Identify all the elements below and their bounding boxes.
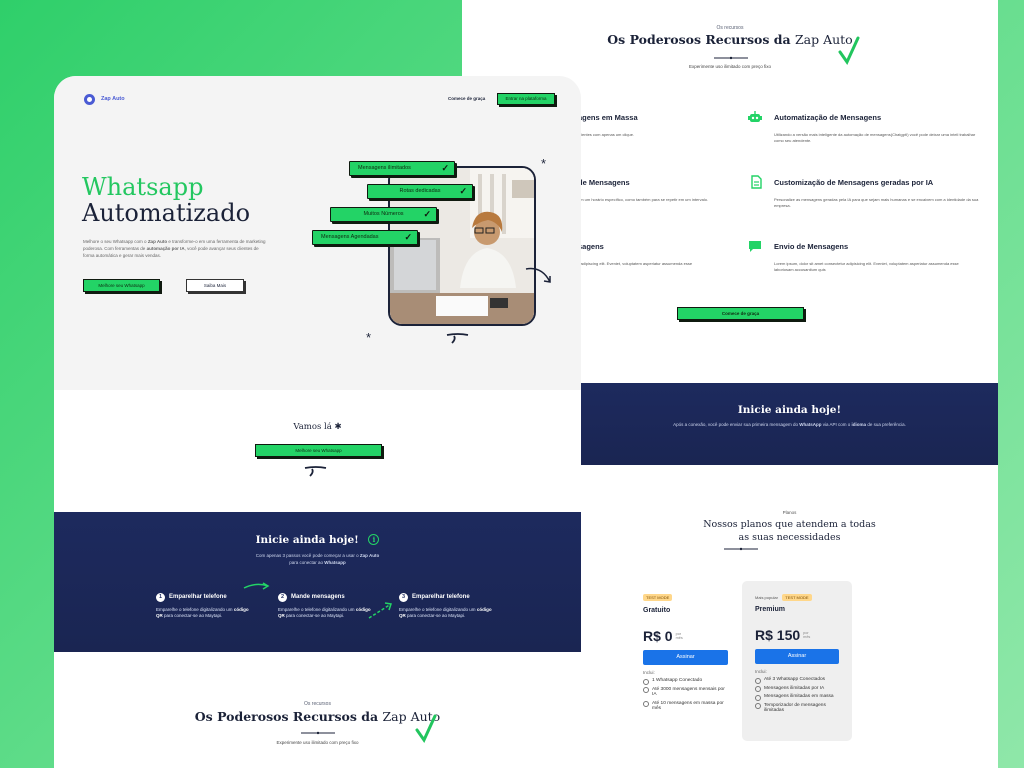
curved-arrow-icon bbox=[525, 267, 551, 283]
learn-more-button[interactable]: Saiba Mais bbox=[186, 279, 244, 292]
features-title: Os Poderosos Recursos da Zap Auto bbox=[194, 709, 441, 724]
features-header-bottom: Os recursos Os Poderosos Recursos da Zap… bbox=[54, 701, 581, 724]
step-2: 2 Mande mensagens Emparelhe o telefone di… bbox=[278, 593, 371, 618]
plan-feature: Até 10 mensagens em massa por mês bbox=[643, 701, 728, 712]
subscribe-button[interactable]: Assinar bbox=[643, 650, 728, 665]
plan-includes: Inclui: bbox=[643, 670, 655, 675]
plan-feature: Temporizador de mensagens ilimitadas bbox=[755, 703, 839, 714]
plan-period: por mês bbox=[675, 632, 683, 640]
steps-title: Inicie ainda hoje! i bbox=[54, 534, 581, 546]
check-icon: ✓ bbox=[423, 209, 431, 219]
plan-includes: Inclui: bbox=[755, 669, 767, 674]
hero-title-green: Whatsapp bbox=[82, 173, 204, 201]
login-button[interactable]: Entrar na plataforma bbox=[497, 93, 555, 105]
plans-eyebrow: Planos bbox=[782, 510, 797, 515]
tag-scheduled-messages: Mensagens Agendadas ✓ bbox=[312, 230, 418, 245]
plan-price: R$ 150 bbox=[755, 627, 801, 643]
nav-free-link[interactable]: Comece de graça bbox=[448, 96, 485, 101]
tag-unlimited-messages: Mensagens ilimitados ✓ bbox=[349, 161, 455, 176]
vamos-title: Vamos lá ✱ bbox=[293, 422, 342, 432]
plan-period: por mês bbox=[803, 631, 811, 639]
plans-header: Planos Nossos planos que atendem a todas… bbox=[581, 510, 998, 544]
check-mark-icon bbox=[838, 36, 860, 66]
plan-name: Gratuito bbox=[643, 607, 671, 614]
vamos-button[interactable]: Melhore seu Whatsapp bbox=[255, 444, 382, 457]
logo-icon bbox=[84, 94, 95, 105]
features-subtitle: Experimente uso ilimitado com preço fixo bbox=[688, 64, 772, 69]
check-icon: ✓ bbox=[441, 163, 449, 173]
tag-many-numbers: Muitos Números ✓ bbox=[330, 207, 437, 222]
hero-description: Melhore o seu Whatsapp com o Zap Auto e … bbox=[83, 239, 266, 258]
plan-feature: Mensagens ilimitadas em massa bbox=[755, 694, 839, 700]
step-1: 1 Emparelhar telefone Emparelhe o telefon… bbox=[156, 593, 249, 618]
improve-whatsapp-button[interactable]: Melhore seu Whatsapp bbox=[83, 279, 160, 292]
plan-feature: Até 3000 mensagens mensais por IA bbox=[643, 687, 728, 698]
plans-title-line1: Nossos planos que atendem a todas bbox=[703, 519, 876, 530]
start-today-band-left: Inicie ainda hoje! i Com apenas 3 passos… bbox=[54, 512, 581, 652]
features-cta-button[interactable]: Comece de graça bbox=[677, 307, 804, 320]
popular-label: Mais popular bbox=[755, 595, 778, 600]
scribble-icon bbox=[446, 333, 469, 344]
start-today-band-right: Inicie ainda hoje! Após a conexão, você … bbox=[581, 383, 998, 465]
divider-icon bbox=[724, 547, 758, 551]
feature-sending: Envio de Mensagens Lorem ipsum, dolor si… bbox=[774, 242, 959, 272]
feature-automation: Automatização de Mensagens Utilizando a … bbox=[774, 113, 976, 143]
scribble-icon bbox=[304, 466, 327, 477]
divider-icon bbox=[714, 56, 748, 60]
test-mode-badge: TEST MODE bbox=[782, 594, 812, 601]
check-icon: ✓ bbox=[404, 232, 412, 242]
step-3: 3 Emparelhar telefone Emparelhe o telefon… bbox=[399, 593, 492, 618]
info-icon: i bbox=[368, 534, 380, 545]
plan-premium-content: Mais popular TEST MODE Premium R$ 150 po… bbox=[755, 594, 839, 717]
divider-icon bbox=[301, 731, 335, 735]
hero-section: Zap Auto Comece de graça Entrar na plata… bbox=[54, 76, 581, 390]
sparkle-icon: * bbox=[366, 330, 372, 345]
plan-name: Premium bbox=[755, 606, 785, 613]
features-title: Os Poderosos Recursos da Zap Auto bbox=[607, 32, 853, 47]
logo-text[interactable]: Zap Auto bbox=[101, 96, 125, 102]
sparkle-icon: * bbox=[541, 156, 547, 171]
feature-customization: Customização de Mensagens geradas por IA… bbox=[774, 178, 979, 208]
features-eyebrow: Os recursos bbox=[716, 25, 744, 31]
document-icon bbox=[751, 175, 762, 189]
arrow-icon bbox=[243, 582, 270, 590]
plan-feature: Mensagens ilimitadas por IA bbox=[755, 686, 839, 692]
steps-intro: Com apenas 3 passos você pode começar a … bbox=[255, 553, 380, 565]
plan-free-card: TEST MODE Gratuito R$ 0 por mês Assinar … bbox=[643, 594, 728, 715]
plan-feature: 1 Whatsapp Conectado bbox=[643, 678, 728, 684]
plan-price-row: R$ 0 por mês bbox=[643, 628, 728, 644]
arrow-icon bbox=[368, 602, 392, 619]
plan-price-row: R$ 150 por mês bbox=[755, 627, 839, 643]
features-subtitle: Experimente uso ilimitado com preço fixo bbox=[276, 740, 359, 745]
check-icon: ✓ bbox=[459, 186, 467, 196]
start-today-text: Após a conexão, você pode enviar sua pri… bbox=[673, 422, 906, 427]
feature-messages: sagens r adipiscing elit. Eveniet, volup… bbox=[578, 242, 693, 266]
robot-icon bbox=[748, 111, 762, 122]
start-today-title: Inicie ainda hoje! bbox=[737, 404, 842, 416]
tag-dedicated-routes: Rotas dedicadas ✓ bbox=[367, 184, 473, 199]
subscribe-button[interactable]: Assinar bbox=[755, 649, 839, 664]
features-header: Os recursos Os Poderosos Recursos da Zap… bbox=[462, 0, 998, 80]
feature-scheduled: de Mensagens em um horário específico, c… bbox=[578, 178, 709, 202]
feature-mass-messages: agens em Massa olientes com apenas um cl… bbox=[578, 113, 638, 137]
features-eyebrow: Os recursos bbox=[304, 701, 331, 707]
plan-premium-card: Mais popular TEST MODE Premium R$ 150 po… bbox=[742, 581, 852, 741]
sparkle-icon: ✱ bbox=[334, 422, 342, 432]
plan-feature: Até 3 Whatsapp Conectados bbox=[755, 677, 839, 683]
chat-bubble-icon bbox=[749, 241, 761, 252]
plan-price: R$ 0 bbox=[643, 628, 673, 644]
test-mode-badge: TEST MODE bbox=[643, 594, 673, 601]
plans-title-line2: as suas necessidades bbox=[738, 532, 841, 543]
landing-page: Zap Auto Comece de graça Entrar na plata… bbox=[54, 76, 581, 768]
hero-title-dark: Automatizado bbox=[82, 199, 251, 227]
